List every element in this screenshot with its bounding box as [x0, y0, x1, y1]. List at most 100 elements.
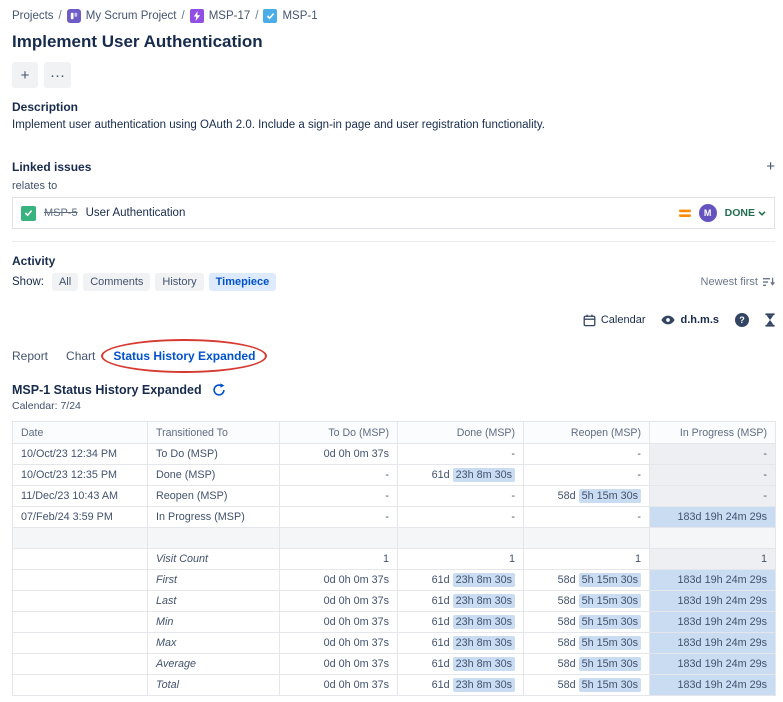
cell-duration: 183d 19h 24m 29s [650, 591, 776, 612]
timepiece-tabs: Report Chart Status History Expanded [12, 343, 775, 369]
help-button[interactable]: ? [735, 313, 749, 327]
breadcrumb-separator: / [59, 10, 62, 22]
tab-chart[interactable]: Chart [66, 345, 95, 367]
hourglass-icon [765, 313, 775, 327]
column-header: In Progress (MSP) [650, 422, 776, 444]
cell-transition: In Progress (MSP) [148, 507, 280, 528]
table-row: 10/Oct/23 12:35 PMDone (MSP) - 61d 23h 8m … [13, 465, 776, 486]
cell-date [13, 528, 148, 549]
add-button[interactable]: + [12, 62, 38, 88]
eye-icon [661, 315, 675, 325]
cell-duration: - [280, 486, 398, 507]
tab-status-history-expanded[interactable]: Status History Expanded [113, 345, 255, 367]
cell-duration: 183d 19h 24m 29s [650, 612, 776, 633]
description-heading: Description [12, 100, 775, 114]
linked-issue-summary[interactable]: User Authentication [86, 207, 671, 219]
activity-heading: Activity [12, 254, 775, 268]
cell-date: 07/Feb/24 3:59 PM [13, 507, 148, 528]
filter-timepiece[interactable]: Timepiece [209, 273, 277, 291]
cell-duration [650, 528, 776, 549]
cell-duration [524, 528, 650, 549]
cell-duration: 58d 5h 15m 30s [524, 633, 650, 654]
cell-duration [398, 528, 524, 549]
cell-duration: 61d 23h 8m 30s [398, 633, 524, 654]
timepiece-logo-button[interactable] [765, 313, 775, 327]
breadcrumb-separator: / [182, 10, 185, 22]
cell-duration: 183d 19h 24m 29s [650, 654, 776, 675]
calendar-label: Calendar [601, 314, 646, 326]
linked-issue-key[interactable]: MSP-5 [44, 207, 78, 219]
cell-duration: - [650, 465, 776, 486]
cell-duration: 0d 0h 0m 37s [280, 675, 398, 696]
show-label: Show: [12, 276, 44, 288]
table-row: Average0d 0h 0m 37s61d 23h 8m 30s58d 5h … [13, 654, 776, 675]
cell-duration: 58d 5h 15m 30s [524, 654, 650, 675]
cell-duration: 58d 5h 15m 30s [524, 675, 650, 696]
breadcrumb-project[interactable]: My Scrum Project [86, 10, 177, 22]
time-format-control[interactable]: d.h.m.s [661, 314, 719, 326]
cell-duration: 58d 5h 15m 30s [524, 570, 650, 591]
cell-date: 10/Oct/23 12:34 PM [13, 444, 148, 465]
cell-date [13, 549, 148, 570]
refresh-button[interactable] [212, 383, 226, 397]
cell-transition: Visit Count [148, 549, 280, 570]
sort-icon [763, 277, 775, 287]
tab-report[interactable]: Report [12, 345, 48, 367]
calendar-icon [583, 314, 596, 327]
cell-duration: 0d 0h 0m 37s [280, 654, 398, 675]
cell-date [13, 633, 148, 654]
status-dropdown[interactable]: DONE [725, 207, 766, 219]
task-issue-icon [263, 9, 277, 23]
cell-transition: Max [148, 633, 280, 654]
cell-duration: 183d 19h 24m 29s [650, 633, 776, 654]
status-history-table: DateTransitioned ToTo Do (MSP)Done (MSP)… [12, 421, 776, 696]
description-body[interactable]: Implement user authentication using OAut… [12, 119, 775, 131]
project-avatar-icon [67, 9, 81, 23]
table-row: 07/Feb/24 3:59 PMIn Progress (MSP)---183… [13, 507, 776, 528]
cell-duration: 0d 0h 0m 37s [280, 612, 398, 633]
breadcrumb-current-issue[interactable]: MSP-1 [282, 10, 317, 22]
epic-issue-icon [190, 9, 204, 23]
sort-order-button[interactable]: Newest first [701, 276, 775, 288]
cell-transition: First [148, 570, 280, 591]
cell-duration: 0d 0h 0m 37s [280, 591, 398, 612]
calendar-control[interactable]: Calendar [583, 314, 646, 327]
time-format-label: d.h.m.s [680, 314, 719, 326]
cell-duration: - [524, 444, 650, 465]
cell-date [13, 591, 148, 612]
status-table-body: 10/Oct/23 12:34 PMTo Do (MSP)0d 0h 0m 37… [13, 444, 776, 696]
cell-duration: 58d 5h 15m 30s [524, 486, 650, 507]
filter-history[interactable]: History [155, 273, 203, 291]
cell-duration: 61d 23h 8m 30s [398, 612, 524, 633]
more-actions-button[interactable]: ··· [44, 62, 71, 88]
cell-duration: - [398, 507, 524, 528]
table-row: Min0d 0h 0m 37s61d 23h 8m 30s58d 5h 15m … [13, 612, 776, 633]
cell-transition: Done (MSP) [148, 465, 280, 486]
table-row: 11/Dec/23 10:43 AMReopen (MSP)--58d 5h 1… [13, 486, 776, 507]
priority-medium-icon [679, 208, 691, 219]
cell-duration: 1 [398, 549, 524, 570]
cell-duration: 61d 23h 8m 30s [398, 675, 524, 696]
breadcrumb-separator: / [255, 10, 258, 22]
filter-comments[interactable]: Comments [83, 273, 150, 291]
filter-all[interactable]: All [52, 273, 78, 291]
linked-issue-row[interactable]: MSP-5 User Authentication M DONE [12, 197, 775, 229]
breadcrumb-projects[interactable]: Projects [12, 10, 54, 22]
column-header: To Do (MSP) [280, 422, 398, 444]
cell-duration: - [280, 507, 398, 528]
cell-date: 10/Oct/23 12:35 PM [13, 465, 148, 486]
report-title: MSP-1 Status History Expanded [12, 383, 202, 397]
table-row: 10/Oct/23 12:34 PMTo Do (MSP)0d 0h 0m 37… [13, 444, 776, 465]
table-row: Visit Count1111 [13, 549, 776, 570]
linked-issue-type-icon [21, 206, 36, 221]
timepiece-toolbar: Calendar d.h.m.s ? [12, 311, 775, 329]
cell-duration: 61d 23h 8m 30s [398, 465, 524, 486]
add-link-button[interactable]: + [766, 159, 775, 174]
breadcrumb-parent-issue[interactable]: MSP-17 [209, 10, 251, 22]
breadcrumb: Projects / My Scrum Project / MSP-17 / M… [12, 8, 775, 24]
linked-issues-heading: Linked issues [12, 160, 91, 174]
table-row: First0d 0h 0m 37s61d 23h 8m 30s58d 5h 15… [13, 570, 776, 591]
cell-transition: Average [148, 654, 280, 675]
link-relation-label: relates to [12, 180, 775, 192]
cell-duration: - [650, 486, 776, 507]
